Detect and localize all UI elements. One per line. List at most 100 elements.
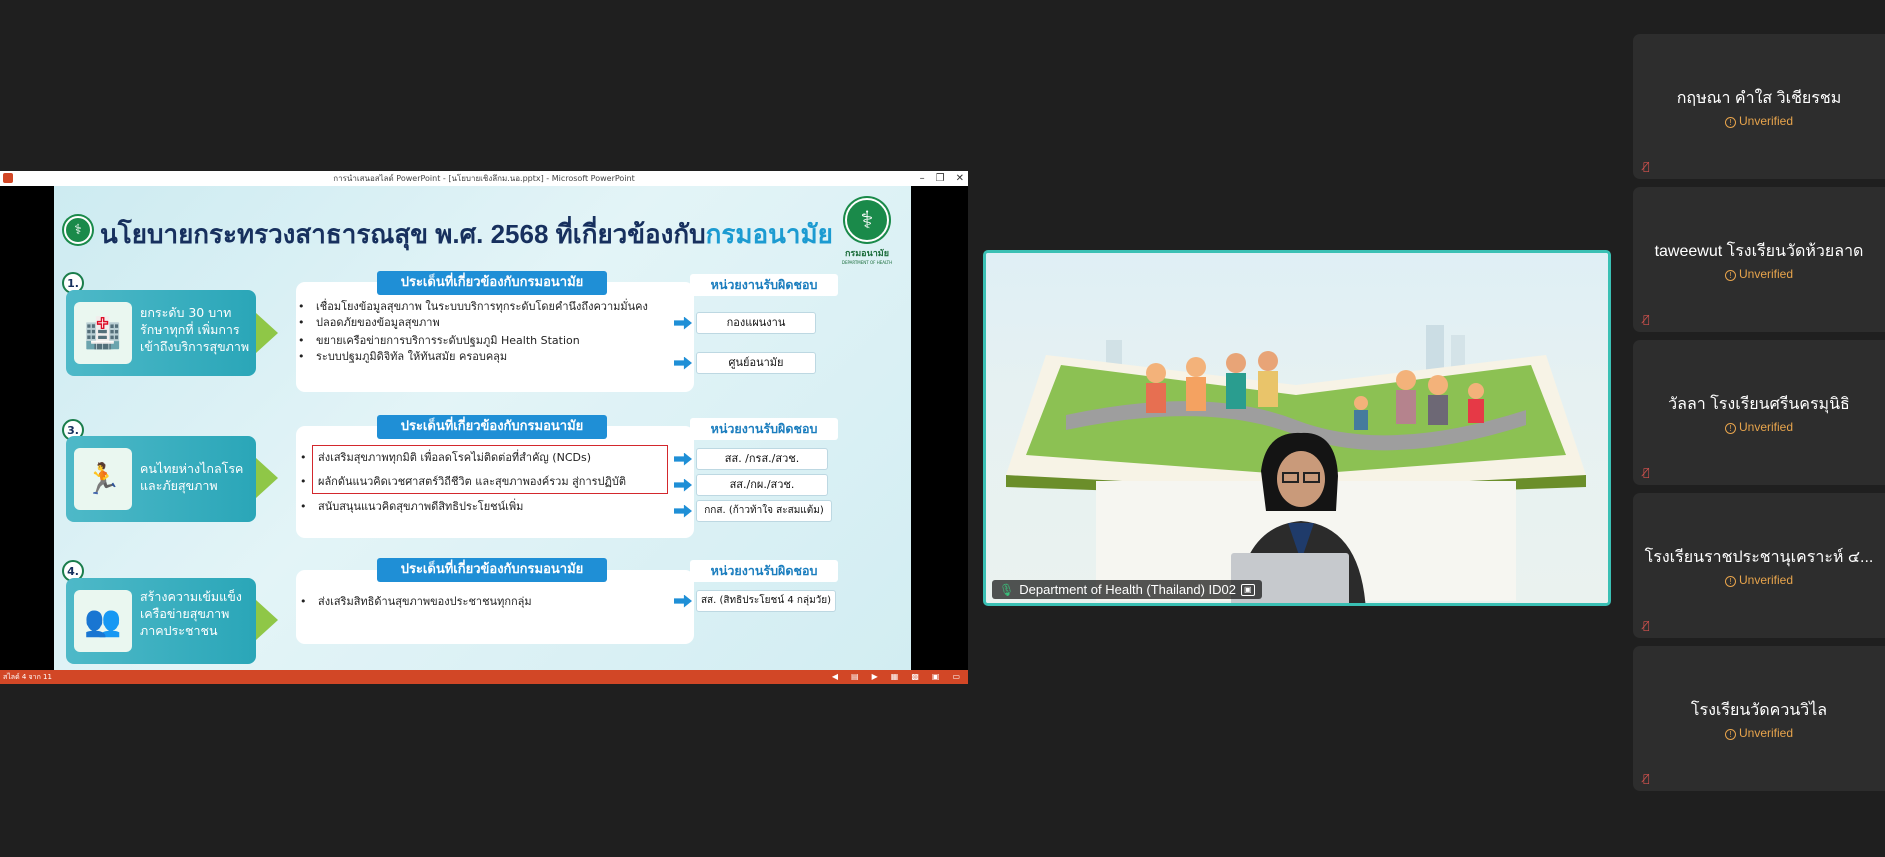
screen-share-icon: ▣ (1241, 583, 1255, 596)
unit-header: หน่วยงานรับผิดชอบ (690, 560, 838, 582)
slide-title-main: นโยบายกระทรวงสาธารณสุข พ.ศ. 2568 (100, 219, 549, 249)
participant-tile[interactable]: กฤษณา คำใส วิเชียรชม ! Unverified 🎙̸ (1633, 34, 1885, 179)
section-card: 🏃 คนไทยห่างไกลโรค และภัยสุขภาพ (66, 436, 256, 522)
presenter-video-tile[interactable]: 🎙 Department of Health (Thailand) ID02 ▣ (983, 250, 1611, 606)
arrow-right-icon (674, 452, 692, 466)
unit-label: สส. /กรส./สวช. (696, 448, 828, 470)
mic-muted-icon: 🎙̸ (1643, 466, 1650, 479)
participant-name: กฤษณา คำใส วิเชียรชม (1676, 90, 1842, 107)
arrow-right-icon (674, 356, 692, 370)
bullet-text: ขยายเครือข่ายการบริการระดับปฐมภูมิ Healt… (298, 333, 580, 348)
unit-row: สส. /กรส./สวช. (674, 448, 828, 470)
unit-label: สส./กผ./สวช. (696, 474, 828, 496)
warning-circle-icon: ! (1724, 423, 1736, 434)
mic-muted-icon: 🎙̸ (1643, 160, 1650, 173)
close-icon[interactable]: ✕ (956, 171, 964, 186)
warning-circle-icon: ! (1724, 270, 1736, 281)
running-person-icon: 🏃 (74, 448, 132, 510)
slide-title: นโยบายกระทรวงสาธารณสุข พ.ศ. 2568 ที่เกี่… (100, 214, 833, 255)
next-slide-icon[interactable]: ▶ (872, 670, 878, 684)
anamai-seal-icon: ⚕ (845, 198, 889, 242)
department-logo: ⚕ กรมอนามัย DEPARTMENT OF HEALTH (835, 198, 899, 265)
participant-tile[interactable]: โรงเรียนราชประชานุเคราะห์ ๔... ! Unverifi… (1633, 493, 1885, 638)
verification-status: ! Unverified (1633, 267, 1885, 281)
unit-label: กองแผนงาน (696, 312, 816, 334)
minimize-icon[interactable]: – (920, 171, 925, 186)
warning-circle-icon: ! (1724, 576, 1736, 587)
verification-status: ! Unverified (1633, 420, 1885, 434)
participant-tile[interactable]: โรงเรียนวัดควนวิไล ! Unverified 🎙̸ (1633, 646, 1885, 791)
unit-header: หน่วยงานรับผิดชอบ (690, 274, 838, 296)
community-people-icon: 👥 (74, 590, 132, 652)
arrow-right-icon (256, 458, 278, 498)
bullet-text: เชื่อมโยงข้อมูลสุขภาพ ในระบบบริการทุกระด… (298, 299, 648, 314)
mic-icon: 🎙 (999, 582, 1015, 597)
verification-status: ! Unverified (1633, 114, 1885, 128)
unit-header: หน่วยงานรับผิดชอบ (690, 418, 838, 440)
bullet-text-cont: ระบบปฐมภูมิดิจิทัล ให้ทันสมัย ครอบคลุม (298, 349, 507, 364)
warning-circle-icon: ! (1724, 117, 1736, 128)
slideshow-icon[interactable]: ▭ (952, 670, 960, 684)
arrow-right-icon (674, 316, 692, 330)
prev-slide-icon[interactable]: ◀ (832, 670, 838, 684)
participant-tile[interactable]: taweewut โรงเรียนวัดห้วยลาด ! Unverified … (1633, 187, 1885, 332)
participant-name: taweewut โรงเรียนวัดห้วยลาด (1654, 243, 1864, 260)
unit-row: สส. (สิทธิประโยชน์ 4 กลุ่มวัย) (674, 590, 836, 612)
section-title: คนไทยห่างไกลโรค และภัยสุขภาพ (140, 461, 244, 493)
logo-subtitle: DEPARTMENT OF HEALTH (841, 260, 893, 265)
unit-label: กกส. (ก้าวท้าใจ สะสมแต้ม) (696, 500, 832, 522)
bullet-text: ส่งเสริมสิทธิด้านสุขภาพของประชาชนทุกกลุ่… (300, 594, 532, 609)
section-title: ยกระดับ 30 บาท รักษาทุกที่ เพิ่มการเข้าถ… (140, 305, 250, 354)
bullet-text: ผลักดันแนวคิดเวชศาสตร์วิถีชีวิต และสุขภา… (300, 474, 626, 489)
presenter-name-label: 🎙 Department of Health (Thailand) ID02 ▣ (992, 580, 1262, 599)
participant-name: โรงเรียนราชประชานุเคราะห์ ๔... (1644, 549, 1874, 566)
reading-view-icon[interactable]: ▣ (932, 670, 940, 684)
warning-circle-icon: ! (1724, 729, 1736, 740)
issues-header: ประเด็นที่เกี่ยวข้องกับกรมอนามัย (377, 415, 607, 439)
mic-muted-icon: 🎙̸ (1643, 619, 1650, 632)
shared-screen: การนำเสนอสไลด์ PowerPoint - [นโยบายเชิงล… (0, 171, 968, 684)
unit-label: ศูนย์อนามัย (696, 352, 816, 374)
powerpoint-titlebar: การนำเสนอสไลด์ PowerPoint - [นโยบายเชิงล… (0, 171, 968, 186)
slide-title-highlight: กรมอนามัย (705, 219, 833, 249)
bullet-text-cont: ปลอดภัยของข้อมูลสุขภาพ (298, 315, 440, 330)
presenter-name: Department of Health (Thailand) ID02 (1019, 582, 1237, 597)
verification-status: ! Unverified (1633, 573, 1885, 587)
participant-name: วัลลา โรงเรียนศรีนครมุนิธิ (1668, 396, 1850, 413)
mic-muted-icon: 🎙̸ (1643, 313, 1650, 326)
slide-counter: สไลด์ 4 จาก 11 (3, 673, 52, 681)
hospital-icon: 🏥 (74, 302, 132, 364)
participant-name: โรงเรียนวัดควนวิไล (1690, 702, 1828, 719)
section-card: 👥 สร้างความเข้มแข็ง เครือข่ายสุขภาพ ภาคป… (66, 578, 256, 664)
arrow-right-icon (674, 594, 692, 608)
normal-view-icon[interactable]: ▦ (891, 670, 899, 684)
powerpoint-statusbar: สไลด์ 4 จาก 11 ◀ ▤ ▶ ▦ ▩ ▣ ▭ (0, 670, 968, 684)
logo-name: กรมอนามัย (844, 249, 890, 259)
section-title: สร้างความเข้มแข็ง เครือข่ายสุขภาพ ภาคประ… (140, 589, 242, 638)
section-card: 🏥 ยกระดับ 30 บาท รักษาทุกที่ เพิ่มการเข้… (66, 290, 256, 376)
arrow-right-icon (256, 313, 278, 353)
moph-seal-icon: ⚕ (64, 216, 92, 244)
notes-icon[interactable]: ▤ (851, 670, 859, 684)
bullet-text: สนับสนุนแนวคิดสุขภาพดีสิทธิประโยชน์เพิ่ม (300, 499, 523, 514)
bullet-text: ส่งเสริมสุขภาพทุกมิติ เพื่อลดโรคไม่ติดต่… (300, 450, 591, 465)
video-background (986, 253, 1608, 603)
participant-tile[interactable]: วัลลา โรงเรียนศรีนครมุนิธิ ! Unverified 🎙… (1633, 340, 1885, 485)
restore-icon[interactable]: ❐ (936, 171, 945, 186)
verification-status: ! Unverified (1633, 726, 1885, 740)
powerpoint-window-title: การนำเสนอสไลด์ PowerPoint - [นโยบายเชิงล… (333, 174, 635, 183)
unit-row: ศูนย์อนามัย (674, 352, 816, 374)
arrow-right-icon (674, 478, 692, 492)
mic-muted-icon: 🎙̸ (1643, 772, 1650, 785)
arrow-right-icon (256, 600, 278, 640)
unit-row: กองแผนงาน (674, 312, 816, 334)
issues-header: ประเด็นที่เกี่ยวข้องกับกรมอนามัย (377, 271, 607, 295)
unit-row: สส./กผ./สวช. (674, 474, 828, 496)
unit-row: กกส. (ก้าวท้าใจ สะสมแต้ม) (674, 500, 832, 522)
unit-label: สส. (สิทธิประโยชน์ 4 กลุ่มวัย) (696, 590, 836, 612)
slide-title-part: ที่เกี่ยวข้องกับ (555, 219, 706, 249)
arrow-right-icon (674, 504, 692, 518)
presentation-slide: ⚕ นโยบายกระทรวงสาธารณสุข พ.ศ. 2568 ที่เก… (54, 186, 911, 670)
slide-sorter-icon[interactable]: ▩ (911, 670, 919, 684)
issues-header: ประเด็นที่เกี่ยวข้องกับกรมอนามัย (377, 558, 607, 582)
